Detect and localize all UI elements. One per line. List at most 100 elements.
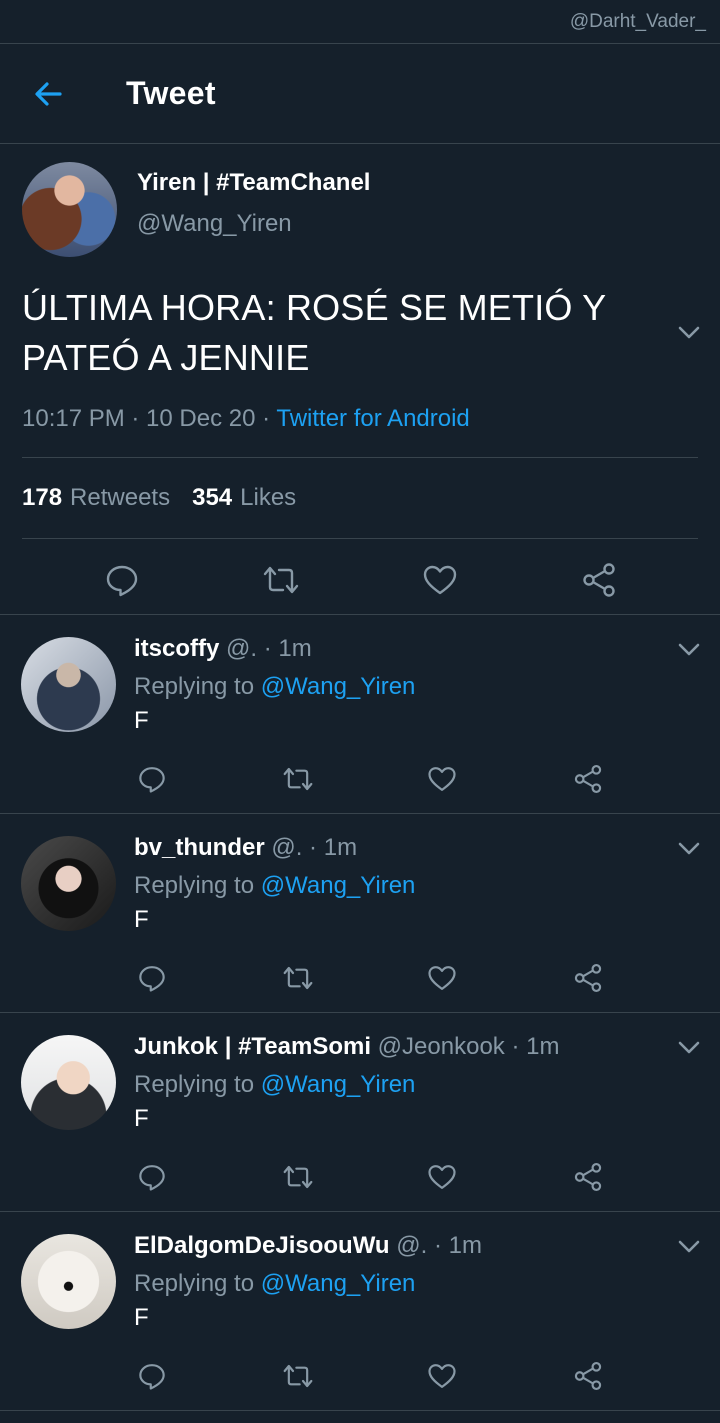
retweet-icon [283, 1364, 313, 1388]
back-button[interactable] [0, 44, 98, 144]
reply-tweet[interactable]: Junkok | #TeamSomi @Jeonkook · 1m Replyi… [0, 1013, 720, 1212]
reply-meta: @. · 1m [219, 635, 312, 662]
retweets-stat[interactable]: 178 Retweets [22, 484, 170, 512]
chevron-down-icon [678, 326, 700, 339]
replying-mention-link[interactable]: @Wang_Yiren [261, 1071, 416, 1098]
retweet-button[interactable] [261, 560, 301, 600]
like-button[interactable] [420, 560, 460, 600]
author-name[interactable]: Yiren | #TeamChanel [137, 168, 370, 198]
reply-author-name[interactable]: bv_thunder [134, 834, 265, 861]
reply-options-button[interactable] [674, 1033, 704, 1063]
reply-button[interactable] [134, 1358, 170, 1394]
reply-avatar[interactable] [21, 637, 116, 732]
like-button[interactable] [424, 1159, 460, 1195]
reply-button[interactable] [134, 1159, 170, 1195]
retweet-button[interactable] [280, 960, 316, 996]
tweet-options-button[interactable] [674, 318, 704, 348]
retweet-icon [283, 1165, 313, 1189]
tweet-actions [22, 539, 698, 621]
reply-tweet[interactable]: itscoffy @. · 1m Replying to @Wang_Yiren… [0, 615, 720, 814]
likes-label: Likes [240, 484, 297, 511]
author-handle[interactable]: @Wang_Yiren [137, 210, 370, 238]
reply-text: F [134, 707, 149, 734]
share-button[interactable] [570, 960, 606, 996]
share-icon [574, 1163, 602, 1191]
like-button[interactable] [424, 960, 460, 996]
like-button[interactable] [424, 761, 460, 797]
replying-prefix: Replying to [134, 673, 261, 700]
reply-meta: @Jeonkook · 1m [371, 1033, 560, 1060]
share-icon [582, 563, 615, 597]
reply-text: F [134, 1304, 149, 1331]
reply-text: F [134, 906, 149, 933]
replying-to: Replying to @Wang_Yiren [134, 1069, 660, 1101]
reply-actions [134, 1159, 614, 1199]
reply-options-button[interactable] [674, 834, 704, 864]
share-button[interactable] [570, 761, 606, 797]
reply-button[interactable] [102, 560, 142, 600]
retweet-icon [263, 566, 298, 594]
replying-to: Replying to @Wang_Yiren [134, 870, 660, 902]
likes-count: 354 [192, 484, 233, 511]
reply-author-name[interactable]: Junkok | #TeamSomi [134, 1033, 371, 1060]
replying-mention-link[interactable]: @Wang_Yiren [261, 1270, 416, 1297]
share-button[interactable] [570, 1159, 606, 1195]
replies-list: itscoffy @. · 1m Replying to @Wang_Yiren… [0, 615, 720, 1411]
reply-author-name[interactable]: itscoffy [134, 635, 219, 662]
likes-stat[interactable]: 354 Likes [192, 484, 296, 512]
comment-icon [139, 966, 165, 992]
chevron-down-icon [678, 1240, 700, 1253]
reply-tweet[interactable]: ElDalgomDeJisoouWu @. · 1m Replying to @… [0, 1212, 720, 1411]
tweet-source-link[interactable]: Twitter for Android [276, 405, 469, 432]
share-icon [574, 964, 602, 992]
main-tweet: Yiren | #TeamChanel @Wang_Yiren ÚLTIMA H… [0, 144, 720, 615]
reply-options-button[interactable] [674, 635, 704, 665]
comment-icon [139, 1364, 165, 1390]
comment-icon [139, 767, 165, 793]
replying-to: Replying to @Wang_Yiren [134, 1268, 660, 1300]
reply-button[interactable] [134, 761, 170, 797]
author-avatar[interactable] [22, 162, 117, 257]
retweet-icon [283, 966, 313, 990]
heart-icon [428, 767, 456, 791]
reply-author-name[interactable]: ElDalgomDeJisoouWu [134, 1232, 390, 1259]
replying-to: Replying to @Wang_Yiren [134, 671, 660, 703]
reply-actions [134, 761, 614, 801]
reply-tweet[interactable]: bv_thunder @. · 1m Replying to @Wang_Yir… [0, 814, 720, 1013]
reply-actions [134, 960, 614, 1000]
replying-mention-link[interactable]: @Wang_Yiren [261, 872, 416, 899]
reply-avatar[interactable] [21, 1035, 116, 1130]
share-button[interactable] [579, 560, 619, 600]
watermark-bar: @Darht_Vader_ [0, 0, 720, 44]
reply-avatar[interactable] [21, 836, 116, 931]
tweet-text: ÚLTIMA HORA: ROSÉ SE METIÓ Y PATEÓ A JEN… [22, 287, 606, 378]
heart-icon [428, 1364, 456, 1388]
reply-text: F [134, 1105, 149, 1132]
replying-prefix: Replying to [134, 1270, 261, 1297]
tweet-stats: 178 Retweets 354 Likes [22, 458, 698, 538]
share-button[interactable] [570, 1358, 606, 1394]
comment-icon [106, 565, 137, 597]
replying-prefix: Replying to [134, 1071, 261, 1098]
chevron-down-icon [678, 842, 700, 855]
heart-icon [423, 565, 456, 595]
replying-mention-link[interactable]: @Wang_Yiren [261, 673, 416, 700]
page-title: Tweet [126, 75, 216, 111]
tweet-meta: 10:17 PM · 10 Dec 20 · Twitter for Andro… [22, 405, 698, 433]
comment-icon [139, 1165, 165, 1191]
reply-actions [134, 1358, 614, 1398]
retweets-label: Retweets [70, 484, 171, 511]
reply-meta: @. · 1m [264, 834, 358, 861]
header: Tweet [0, 44, 720, 144]
reply-options-button[interactable] [674, 1232, 704, 1262]
reply-button[interactable] [134, 960, 170, 996]
retweet-button[interactable] [280, 761, 316, 797]
watermark-text: @Darht_Vader_ [569, 10, 706, 32]
retweet-button[interactable] [280, 1358, 316, 1394]
share-icon [574, 765, 602, 793]
like-button[interactable] [424, 1358, 460, 1394]
arrow-left-icon [35, 81, 62, 106]
reply-meta: @. · 1m [389, 1232, 482, 1259]
reply-avatar[interactable] [21, 1234, 116, 1329]
retweet-button[interactable] [280, 1159, 316, 1195]
